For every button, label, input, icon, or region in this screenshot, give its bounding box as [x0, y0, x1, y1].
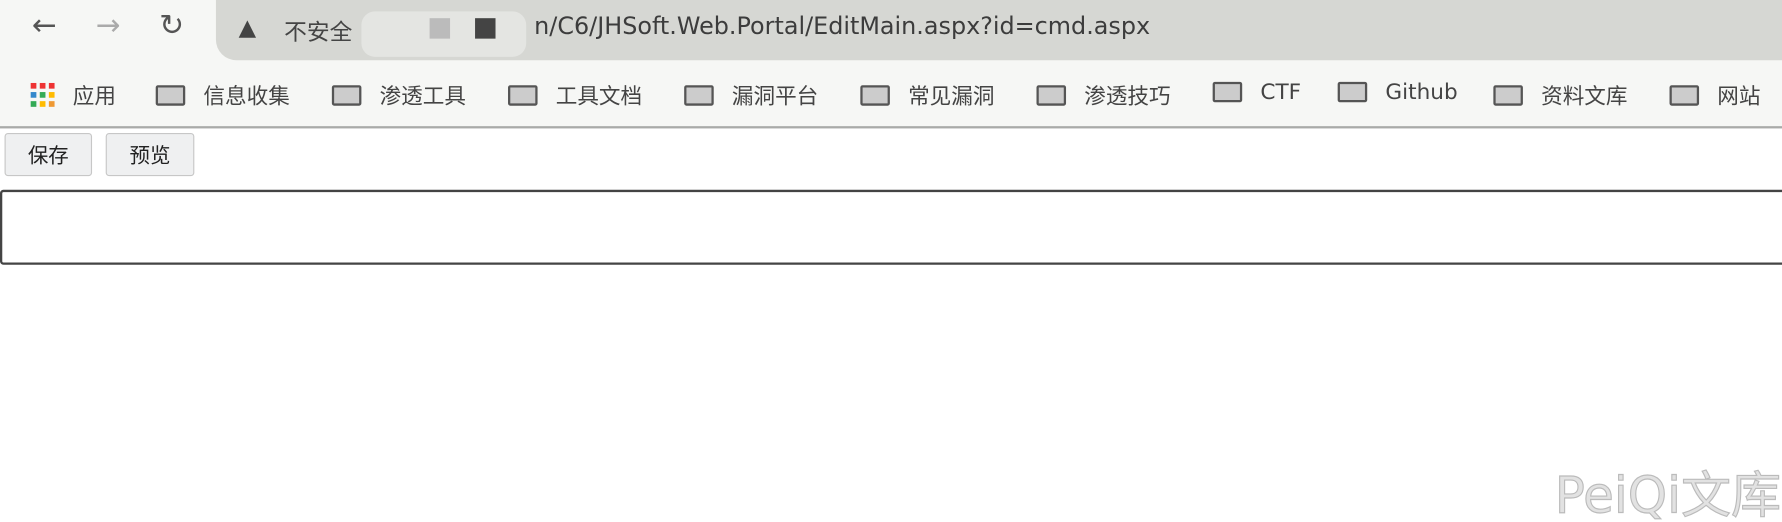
- bookmark-label: 工具文档: [555, 84, 643, 110]
- bookmark-label: 信息收集: [203, 84, 290, 110]
- bookmark-folder[interactable]: Github: [1337, 79, 1458, 105]
- folder-icon: [508, 84, 538, 106]
- editor-input[interactable]: [0, 189, 1782, 265]
- bookmark-label: 漏洞平台: [731, 84, 819, 110]
- url-text[interactable]: n/C6/JHSoft.Web.Portal/EditMain.aspx?id=…: [534, 13, 1150, 40]
- folder-icon: [1212, 81, 1243, 103]
- folder-icon: [155, 84, 186, 106]
- folder-icon: [331, 84, 362, 106]
- redacted-block: [429, 18, 451, 39]
- folder-icon: [1337, 81, 1368, 103]
- watermark: PeiQi文库: [1554, 467, 1782, 522]
- folder-icon: [1493, 84, 1523, 106]
- save-button[interactable]: 保存: [4, 132, 93, 177]
- browser-toolbar: ← → ↻ ▲ 不安全 n/C6/JHSoft.Web.Portal/EditM…: [0, 0, 1782, 129]
- back-icon[interactable]: ←: [27, 9, 61, 43]
- bookmark-apps[interactable]: 应用: [30, 80, 116, 111]
- warning-icon: ▲: [238, 13, 257, 41]
- bookmark-folder[interactable]: 漏洞平台: [684, 80, 818, 111]
- bookmark-folder[interactable]: 工具文档: [508, 80, 642, 111]
- bookmark-folder[interactable]: 渗透技巧: [1036, 80, 1171, 111]
- preview-button[interactable]: 预览: [105, 132, 195, 177]
- bookmark-label: Github: [1385, 79, 1458, 105]
- bookmark-label: 资料文库: [1541, 84, 1628, 110]
- bookmark-label: 应用: [72, 84, 116, 110]
- apps-grid-icon: [30, 82, 55, 107]
- security-label[interactable]: 不安全: [284, 14, 352, 47]
- redacted-block: [475, 18, 496, 39]
- folder-icon: [1669, 84, 1700, 106]
- bookmark-folder[interactable]: 资料文库: [1493, 80, 1627, 111]
- bookmark-folder[interactable]: CTF: [1212, 79, 1302, 105]
- bookmark-label: CTF: [1260, 79, 1302, 105]
- folder-icon: [860, 84, 890, 106]
- bookmark-folder[interactable]: 网站: [1669, 80, 1761, 111]
- bookmark-label: 常见漏洞: [908, 84, 995, 110]
- bookmark-folder[interactable]: 信息收集: [155, 80, 290, 111]
- folder-icon: [684, 84, 714, 106]
- reload-icon[interactable]: ↻: [155, 9, 189, 43]
- bookmark-folder[interactable]: 渗透工具: [331, 80, 466, 111]
- folder-icon: [1036, 84, 1067, 106]
- bookmark-label: 渗透技巧: [1084, 84, 1171, 110]
- bookmark-folder[interactable]: 常见漏洞: [860, 80, 994, 111]
- address-bar[interactable]: ▲ 不安全 n/C6/JHSoft.Web.Portal/EditMain.as…: [215, 0, 1782, 61]
- bookmark-label: 网站: [1717, 84, 1761, 110]
- bookmark-label: 渗透工具: [379, 84, 466, 110]
- forward-icon[interactable]: →: [91, 9, 125, 43]
